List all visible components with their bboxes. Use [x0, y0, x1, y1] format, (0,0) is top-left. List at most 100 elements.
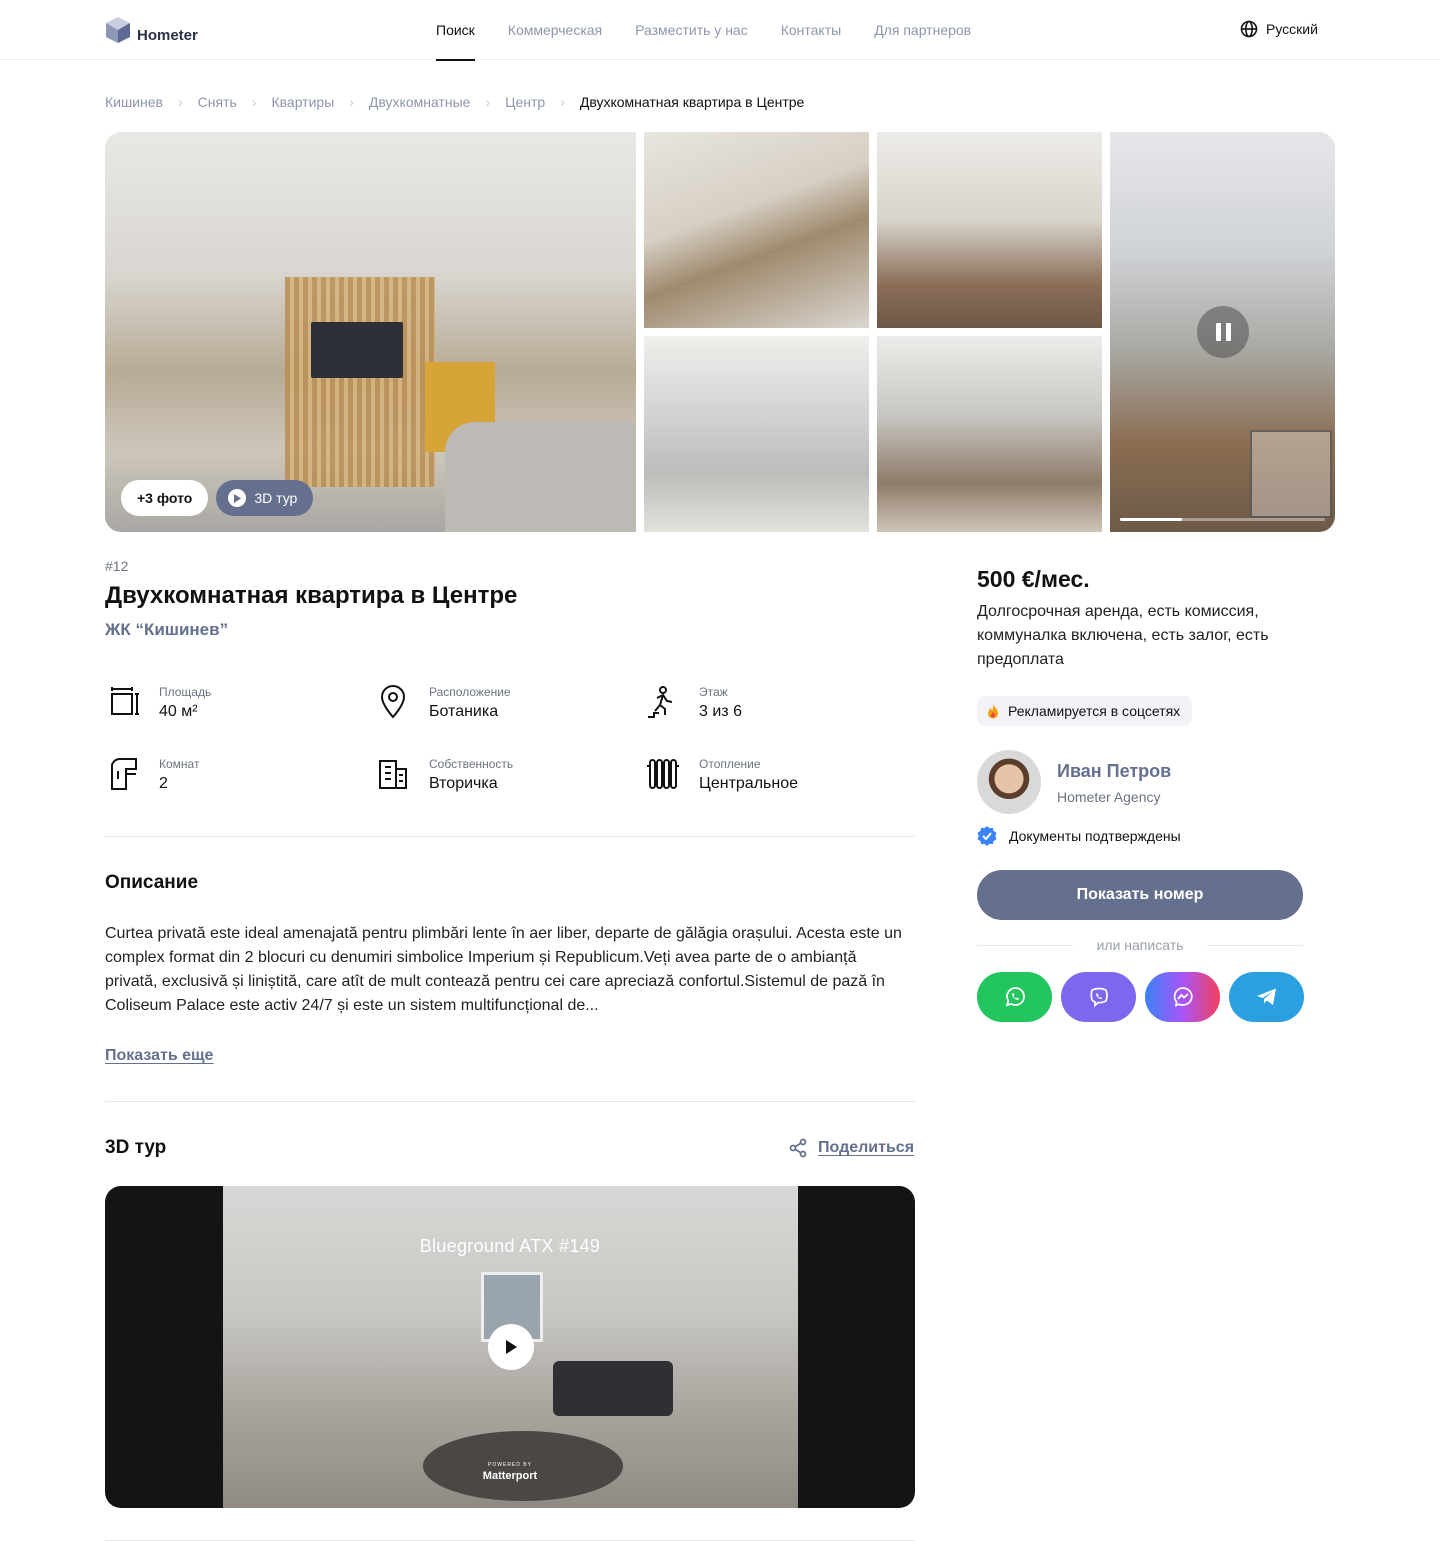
nav-contacts[interactable]: Контакты: [781, 0, 841, 60]
share-label: Поделиться: [818, 1139, 915, 1156]
feature-label: Собственность: [429, 757, 514, 771]
feature-location: Расположение Ботаника: [375, 684, 511, 721]
feature-label: Комнат: [159, 757, 200, 771]
telegram-icon: [1256, 988, 1276, 1005]
door-icon: [105, 756, 141, 792]
3d-tour-viewer[interactable]: Blueground ATX #149 POWERED BY Matterpor…: [105, 1186, 915, 1508]
breadcrumb-center[interactable]: Центр: [505, 94, 545, 110]
description-title: Описание: [105, 872, 199, 893]
area-icon: [105, 684, 141, 720]
divider-line: [1207, 944, 1303, 946]
feature-value: Центральное: [699, 775, 798, 792]
logo-text: Hometer: [137, 27, 198, 44]
nav-commercial[interactable]: Коммерческая: [508, 0, 602, 60]
site-header: Hometer Поиск Коммерческая Разместить у …: [0, 0, 1440, 61]
floorplan-minimap[interactable]: [1250, 430, 1332, 518]
rental-terms: Долгосрочная аренда, есть комиссия, комм…: [977, 603, 1269, 668]
gallery-video[interactable]: [1110, 132, 1335, 532]
nav-partners[interactable]: Для партнеров: [874, 0, 971, 60]
logo[interactable]: Hometer: [105, 16, 198, 44]
agent-name[interactable]: Иван Петров: [1057, 761, 1171, 782]
tour-section-title: 3D тур: [105, 1137, 167, 1158]
photo-decor: [311, 322, 403, 378]
feature-ownership: Собственность Вторичка: [375, 756, 513, 793]
3d-tour-label: 3D тур: [254, 490, 298, 506]
3d-tour-button[interactable]: 3D тур: [216, 480, 314, 516]
gallery-photo[interactable]: [877, 336, 1102, 532]
divider: [105, 1101, 915, 1102]
messenger-button[interactable]: [1145, 972, 1220, 1022]
verified-badge-icon: [977, 826, 997, 846]
more-photos-button[interactable]: +3 фото: [121, 480, 209, 516]
price: 500 €/мес.: [977, 566, 1090, 592]
telegram-button[interactable]: [1229, 972, 1304, 1022]
photo-decor: [445, 422, 636, 532]
feature-rooms: Комнат 2: [105, 756, 199, 793]
location-pin-icon: [375, 684, 411, 720]
feature-value: Ботаника: [429, 703, 499, 720]
gallery-photo[interactable]: [644, 132, 869, 328]
whatsapp-icon: [1005, 987, 1025, 1007]
photo-decor: [285, 277, 435, 487]
feature-label: Отопление: [699, 757, 761, 771]
feature-value: 40 м²: [159, 703, 198, 720]
viber-button[interactable]: [1061, 972, 1136, 1022]
main-photo[interactable]: +3 фото 3D тур: [105, 132, 636, 532]
divider: [105, 836, 915, 837]
radiator-icon: [645, 756, 681, 792]
messenger-icon: [1173, 987, 1193, 1007]
avatar[interactable]: [977, 750, 1041, 814]
breadcrumb-rent[interactable]: Снять: [198, 94, 237, 110]
tour-video-title: Blueground ATX #149: [419, 1236, 601, 1256]
video-progress-bar[interactable]: [1120, 518, 1325, 521]
or-write-label: или написать: [1096, 937, 1184, 953]
chevron-right-icon: ›: [485, 94, 491, 110]
video-progress-fill: [1120, 518, 1182, 521]
viber-icon: [1089, 987, 1108, 1008]
gallery-photo[interactable]: [644, 336, 869, 532]
breadcrumb-apartments[interactable]: Квартиры: [271, 94, 334, 110]
play-icon[interactable]: [488, 1324, 534, 1370]
feature-label: Площадь: [159, 685, 212, 699]
feature-value: Вторичка: [429, 775, 498, 792]
logo-cube-icon: [106, 17, 130, 43]
description-text: Curtea privată este ideal amenajată pent…: [105, 925, 902, 1014]
show-more-link[interactable]: Показать еще: [105, 1047, 213, 1065]
pause-icon[interactable]: [1197, 306, 1249, 358]
agent-agency: Hometer Agency: [1057, 789, 1161, 805]
building-icon: [375, 756, 411, 792]
language-selector[interactable]: Русский: [1240, 20, 1318, 38]
divider-line: [977, 944, 1073, 946]
stairs-walking-icon: [645, 684, 681, 720]
residential-complex[interactable]: ЖК “Кишинев”: [105, 620, 228, 640]
or-write-divider: или написать: [977, 937, 1303, 953]
feature-value: 3 из 6: [699, 703, 742, 720]
promo-badge: Рекламируется в соцсетях: [977, 696, 1193, 726]
fire-icon: [988, 703, 998, 718]
photo-badges: +3 фото 3D тур: [121, 480, 314, 516]
chevron-right-icon: ›: [177, 94, 183, 110]
messenger-buttons: [977, 972, 1304, 1022]
breadcrumb-two-room[interactable]: Двухкомнатные: [369, 94, 471, 110]
promo-label: Рекламируется в соцсетях: [1008, 703, 1181, 719]
feature-value: 2: [159, 775, 168, 792]
powered-by-label: POWERED BY: [488, 1462, 532, 1468]
page-title: Двухкомнатная квартира в Центре: [105, 582, 518, 609]
breadcrumb-city[interactable]: Кишинев: [105, 94, 163, 110]
listing-id: #12: [105, 558, 129, 574]
globe-icon: [1240, 20, 1258, 38]
whatsapp-button[interactable]: [977, 972, 1052, 1022]
feature-floor: Этаж 3 из 6: [645, 684, 742, 721]
photo-gallery: +3 фото 3D тур: [105, 132, 1335, 532]
play-icon: [228, 489, 247, 507]
breadcrumb: Кишинев › Снять › Квартиры › Двухкомнатн…: [105, 94, 804, 110]
show-number-button[interactable]: Показать номер: [977, 870, 1303, 920]
gallery-photo[interactable]: [877, 132, 1102, 328]
share-button[interactable]: Поделиться: [788, 1138, 914, 1158]
breadcrumb-current: Двухкомнатная квартира в Центре: [579, 94, 805, 110]
chevron-right-icon: ›: [560, 94, 565, 110]
nav-place-ad[interactable]: Разместить у нас: [635, 0, 748, 60]
nav-search[interactable]: Поиск: [436, 0, 475, 61]
chevron-right-icon: ›: [349, 94, 354, 110]
feature-label: Этаж: [699, 685, 728, 699]
